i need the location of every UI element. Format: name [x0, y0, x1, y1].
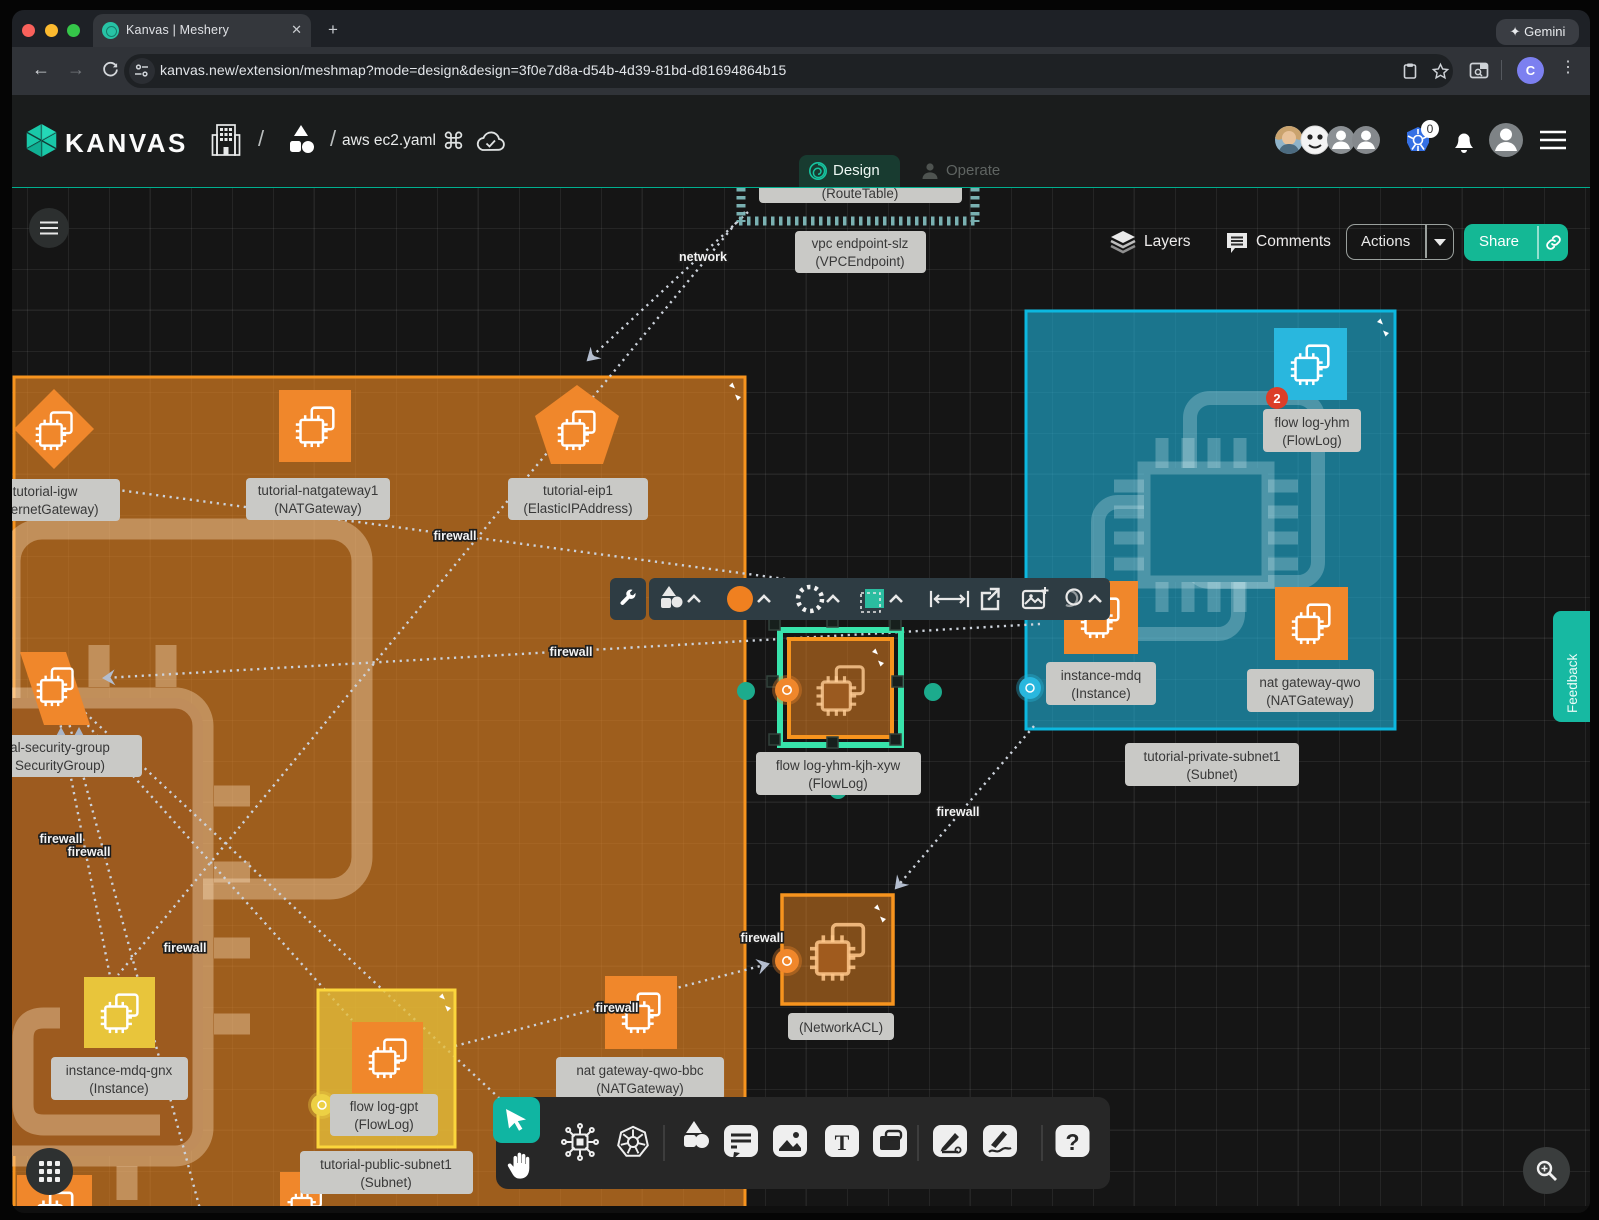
svg-text:(FlowLog): (FlowLog): [1282, 433, 1342, 448]
svg-text:firewall: firewall: [39, 832, 82, 846]
svg-text:instance-mdq-gnx: instance-mdq-gnx: [66, 1063, 173, 1078]
svg-text:(Subnet): (Subnet): [1186, 767, 1237, 782]
svg-text:al-security-group: al-security-group: [12, 740, 110, 755]
svg-text:flow log-yhm-kjh-xyw: flow log-yhm-kjh-xyw: [776, 758, 901, 773]
svg-text:2: 2: [1273, 391, 1280, 406]
svg-text:(InternetGateway): (InternetGateway): [12, 502, 99, 517]
svg-text:(FlowLog): (FlowLog): [808, 776, 868, 791]
svg-text:SecurityGroup): SecurityGroup): [15, 758, 105, 773]
svg-text:firewall: firewall: [936, 805, 979, 819]
svg-text:tutorial-public-subnet1: tutorial-public-subnet1: [320, 1157, 452, 1172]
svg-text:vpc endpoint-slz: vpc endpoint-slz: [812, 236, 909, 251]
svg-text:(RouteTable): (RouteTable): [822, 188, 899, 201]
svg-text:firewall: firewall: [163, 941, 206, 955]
svg-text:firewall: firewall: [67, 845, 110, 859]
svg-text:(Subnet): (Subnet): [360, 1175, 411, 1190]
svg-text:Feedback: Feedback: [1565, 653, 1580, 713]
svg-text:(NATGateway): (NATGateway): [274, 501, 362, 516]
svg-text:nat gateway-qwo: nat gateway-qwo: [1259, 675, 1360, 690]
svg-text:tutorial-natgateway1: tutorial-natgateway1: [258, 483, 379, 498]
svg-text:(NATGateway): (NATGateway): [596, 1081, 684, 1096]
svg-text:(NATGateway): (NATGateway): [1266, 693, 1354, 708]
svg-text:firewall: firewall: [433, 529, 476, 543]
svg-text:(Instance): (Instance): [1071, 686, 1131, 701]
svg-text:firewall: firewall: [595, 1001, 638, 1015]
svg-text:(ElasticIPAddress): (ElasticIPAddress): [523, 501, 632, 516]
svg-text:0: 0: [1427, 122, 1434, 136]
svg-text:tutorial-eip1: tutorial-eip1: [543, 483, 613, 498]
svg-text:network: network: [679, 250, 727, 264]
svg-text:nat gateway-qwo-bbc: nat gateway-qwo-bbc: [576, 1063, 704, 1078]
svg-text:(Instance): (Instance): [89, 1081, 149, 1096]
svg-text:instance-mdq: instance-mdq: [1061, 668, 1141, 683]
svg-text:(FlowLog): (FlowLog): [354, 1117, 414, 1132]
svg-text:(VPCEndpoint): (VPCEndpoint): [815, 254, 904, 269]
svg-text:firewall: firewall: [549, 645, 592, 659]
svg-text:flow log-yhm: flow log-yhm: [1274, 415, 1349, 430]
svg-text:tutorial-private-subnet1: tutorial-private-subnet1: [1144, 749, 1281, 764]
svg-text:flow log-gpt: flow log-gpt: [350, 1099, 419, 1114]
svg-text:(NetworkACL): (NetworkACL): [799, 1020, 883, 1035]
svg-text:firewall: firewall: [740, 931, 783, 945]
svg-text:T: T: [835, 1130, 850, 1155]
svg-text:tutorial-igw: tutorial-igw: [13, 484, 78, 499]
svg-text:?: ?: [1065, 1129, 1079, 1155]
